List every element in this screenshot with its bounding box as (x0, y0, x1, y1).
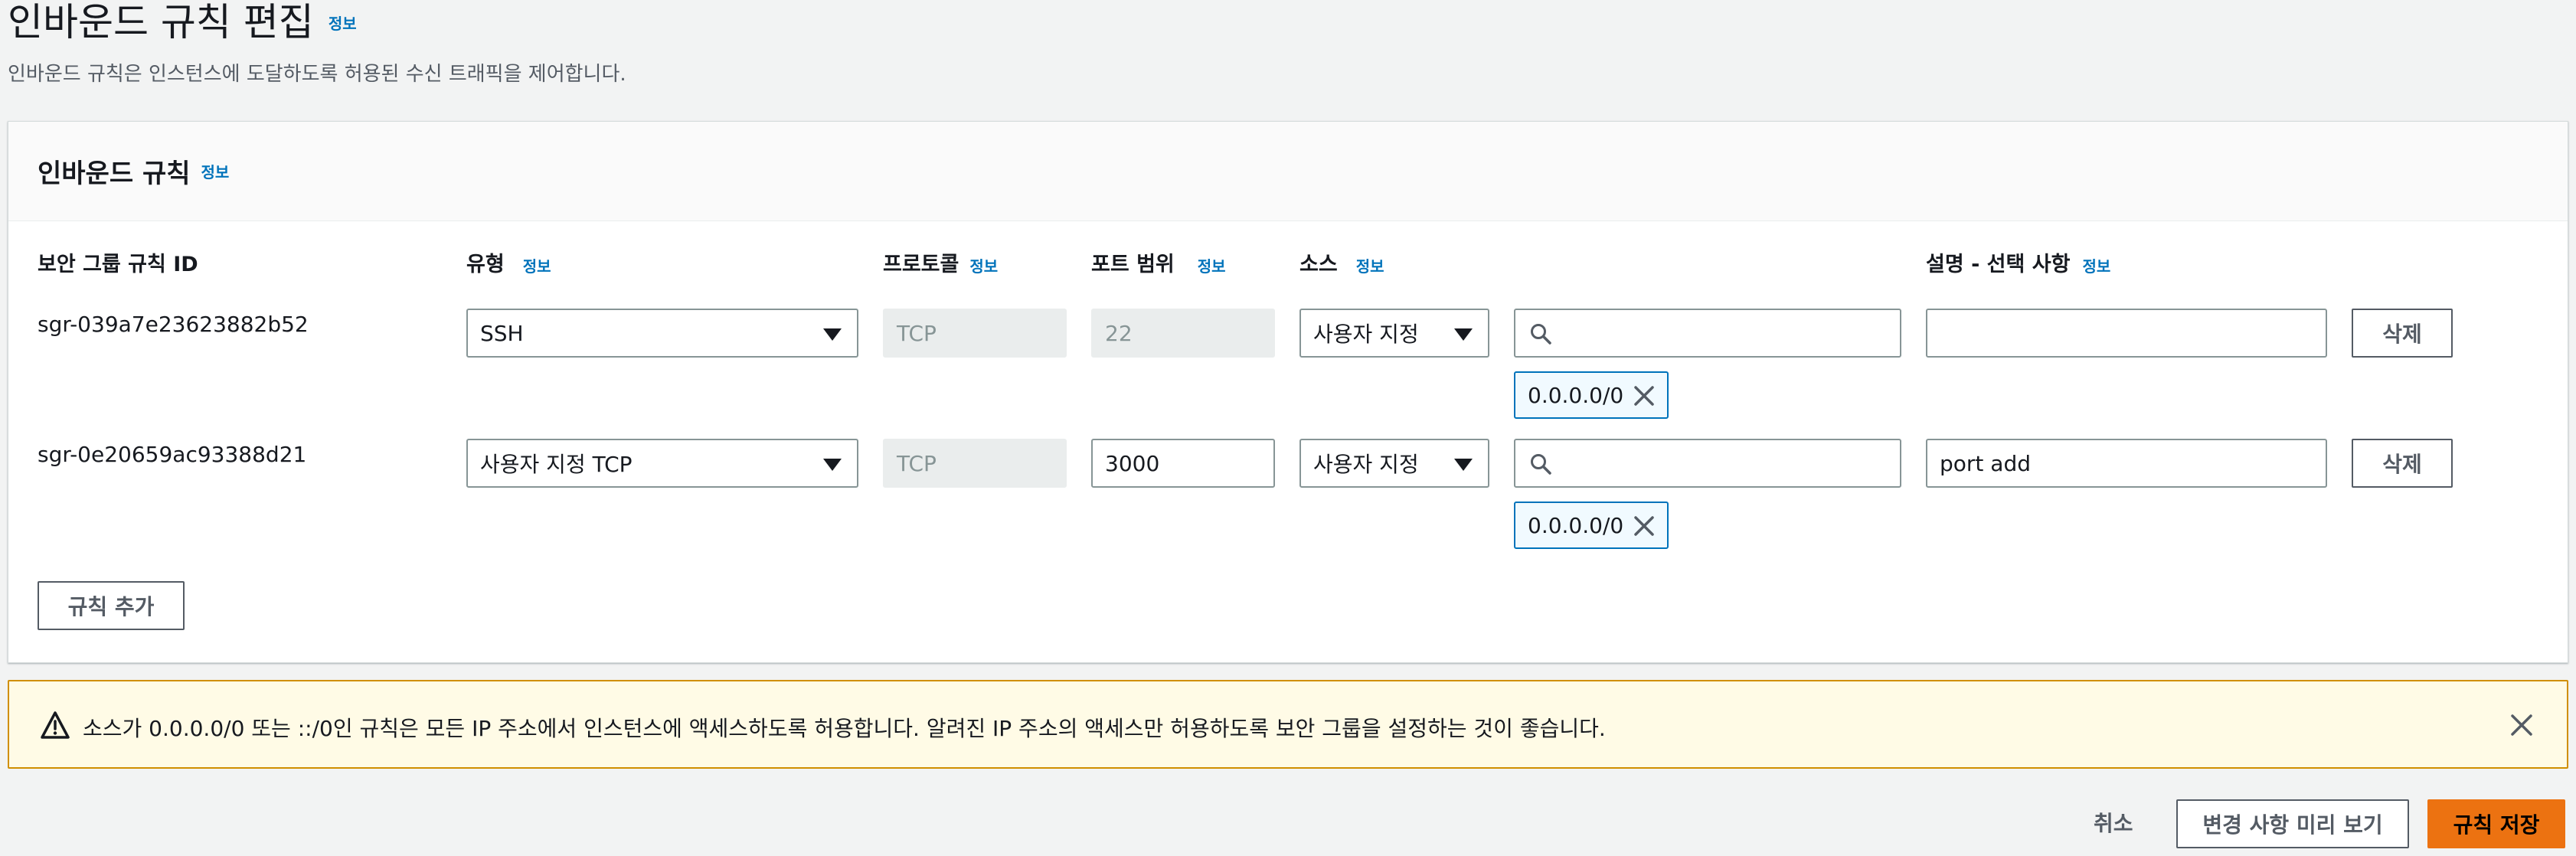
page-title: 인바운드 규칙 편집 (8, 0, 314, 44)
port-range-value: 3000 (1105, 450, 1160, 476)
protocol-value: TCP (897, 320, 937, 346)
column-protocol-info-link[interactable]: 정보 (969, 254, 998, 276)
close-icon[interactable] (2509, 712, 2535, 738)
page-description: 인바운드 규칙은 인스턴스에 도달하도록 허용된 수신 트래픽을 제어합니다. (8, 63, 626, 86)
page-title-info-link[interactable]: 정보 (329, 11, 357, 34)
source-select[interactable]: 사용자 지정 (1299, 309, 1489, 358)
type-select[interactable]: SSH (466, 309, 858, 358)
preview-changes-button[interactable]: 변경 사항 미리 보기 (2176, 799, 2409, 848)
column-description-label: 설명 - 선택 사항 (1926, 253, 2071, 276)
cidr-token: 0.0.0.0/0 (1514, 371, 1669, 419)
column-port-range-info-link[interactable]: 정보 (1198, 254, 1226, 276)
type-select-value: 사용자 지정 TCP (480, 452, 633, 477)
column-description-info-link[interactable]: 정보 (2082, 254, 2110, 276)
source-select[interactable]: 사용자 지정 (1299, 439, 1489, 488)
column-rule-id-label: 보안 그룹 규칙 ID (38, 253, 198, 276)
protocol-value: TCP (897, 450, 937, 476)
rule-id: sgr-039a7e23623882b52 (38, 312, 309, 337)
panel-header: 인바운드 규칙 정보 (8, 122, 2568, 221)
column-rule-id: 보안 그룹 규칙 ID (38, 247, 198, 277)
source-select-value: 사용자 지정 (1313, 322, 1419, 347)
add-rule-label: 규칙 추가 (67, 594, 155, 619)
caret-down-icon (1454, 459, 1473, 471)
remove-token-icon[interactable] (1632, 384, 1656, 408)
column-source-label: 소스 (1299, 253, 1338, 276)
column-source-info-link[interactable]: 정보 (1356, 254, 1384, 276)
edit-inbound-rules-page: 인바운드 규칙 편집 정보 인바운드 규칙은 인스턴스에 도달하도록 허용된 수… (0, 0, 2576, 856)
column-type: 유형 정보 (466, 247, 551, 277)
column-description: 설명 - 선택 사항 정보 (1926, 247, 2110, 277)
preview-changes-label: 변경 사항 미리 보기 (2202, 812, 2383, 838)
delete-rule-label: 삭제 (2382, 322, 2422, 347)
column-protocol: 프로토콜 정보 (883, 247, 998, 277)
protocol-field: TCP (883, 439, 1067, 488)
inbound-rules-panel: 인바운드 규칙 정보 보안 그룹 규칙 ID 유형 정보 프로토콜 정보 포트 범위… (8, 121, 2568, 663)
warning-alert: 소스가 0.0.0.0/0 또는 ::/0인 규칙은 모든 IP 주소에서 인스… (8, 680, 2568, 769)
port-range-field: 22 (1091, 309, 1275, 358)
warning-text: 소스가 0.0.0.0/0 또는 ::/0인 규칙은 모든 IP 주소에서 인스… (83, 716, 1606, 741)
caret-down-icon (1454, 328, 1473, 341)
source-select-value: 사용자 지정 (1313, 452, 1419, 477)
warning-icon (41, 711, 70, 739)
source-search-input[interactable] (1514, 439, 1901, 488)
save-rules-button[interactable]: 규칙 저장 (2427, 799, 2565, 848)
caret-down-icon (823, 328, 842, 341)
column-port-range-label: 포트 범위 (1091, 253, 1175, 276)
port-range-value: 22 (1105, 320, 1133, 346)
column-type-info-link[interactable]: 정보 (523, 254, 551, 276)
cidr-token-label: 0.0.0.0/0 (1528, 512, 1624, 538)
cancel-button[interactable]: 취소 (2094, 807, 2133, 838)
delete-rule-button[interactable]: 삭제 (2352, 439, 2453, 488)
add-rule-button[interactable]: 규칙 추가 (38, 581, 185, 630)
column-type-label: 유형 (466, 253, 505, 276)
remove-token-icon[interactable] (1632, 514, 1656, 538)
delete-rule-button[interactable]: 삭제 (2352, 309, 2453, 358)
delete-rule-label: 삭제 (2382, 452, 2422, 477)
description-field[interactable]: port add (1926, 439, 2327, 488)
page-header: 인바운드 규칙 편집 정보 인바운드 규칙은 인스턴스에 도달하도록 허용된 수… (8, 0, 626, 87)
description-field[interactable] (1926, 309, 2327, 358)
description-value: port add (1940, 450, 2031, 476)
source-search-input[interactable] (1514, 309, 1901, 358)
search-icon (1531, 454, 1551, 475)
type-select-value: SSH (480, 320, 524, 346)
panel-title: 인바운드 규칙 (38, 158, 191, 189)
cidr-token: 0.0.0.0/0 (1514, 502, 1669, 549)
type-select[interactable]: 사용자 지정 TCP (466, 439, 858, 488)
caret-down-icon (823, 459, 842, 471)
protocol-field: TCP (883, 309, 1067, 358)
panel-info-link[interactable]: 정보 (201, 160, 230, 182)
search-icon (1531, 324, 1551, 345)
rule-id: sgr-0e20659ac93388d21 (38, 442, 307, 467)
column-port-range: 포트 범위 정보 (1091, 247, 1226, 277)
port-range-field[interactable]: 3000 (1091, 439, 1275, 488)
cidr-token-label: 0.0.0.0/0 (1528, 382, 1624, 408)
column-source: 소스 정보 (1299, 247, 1384, 277)
save-rules-label: 규칙 저장 (2453, 812, 2540, 838)
column-protocol-label: 프로토콜 (883, 253, 959, 276)
